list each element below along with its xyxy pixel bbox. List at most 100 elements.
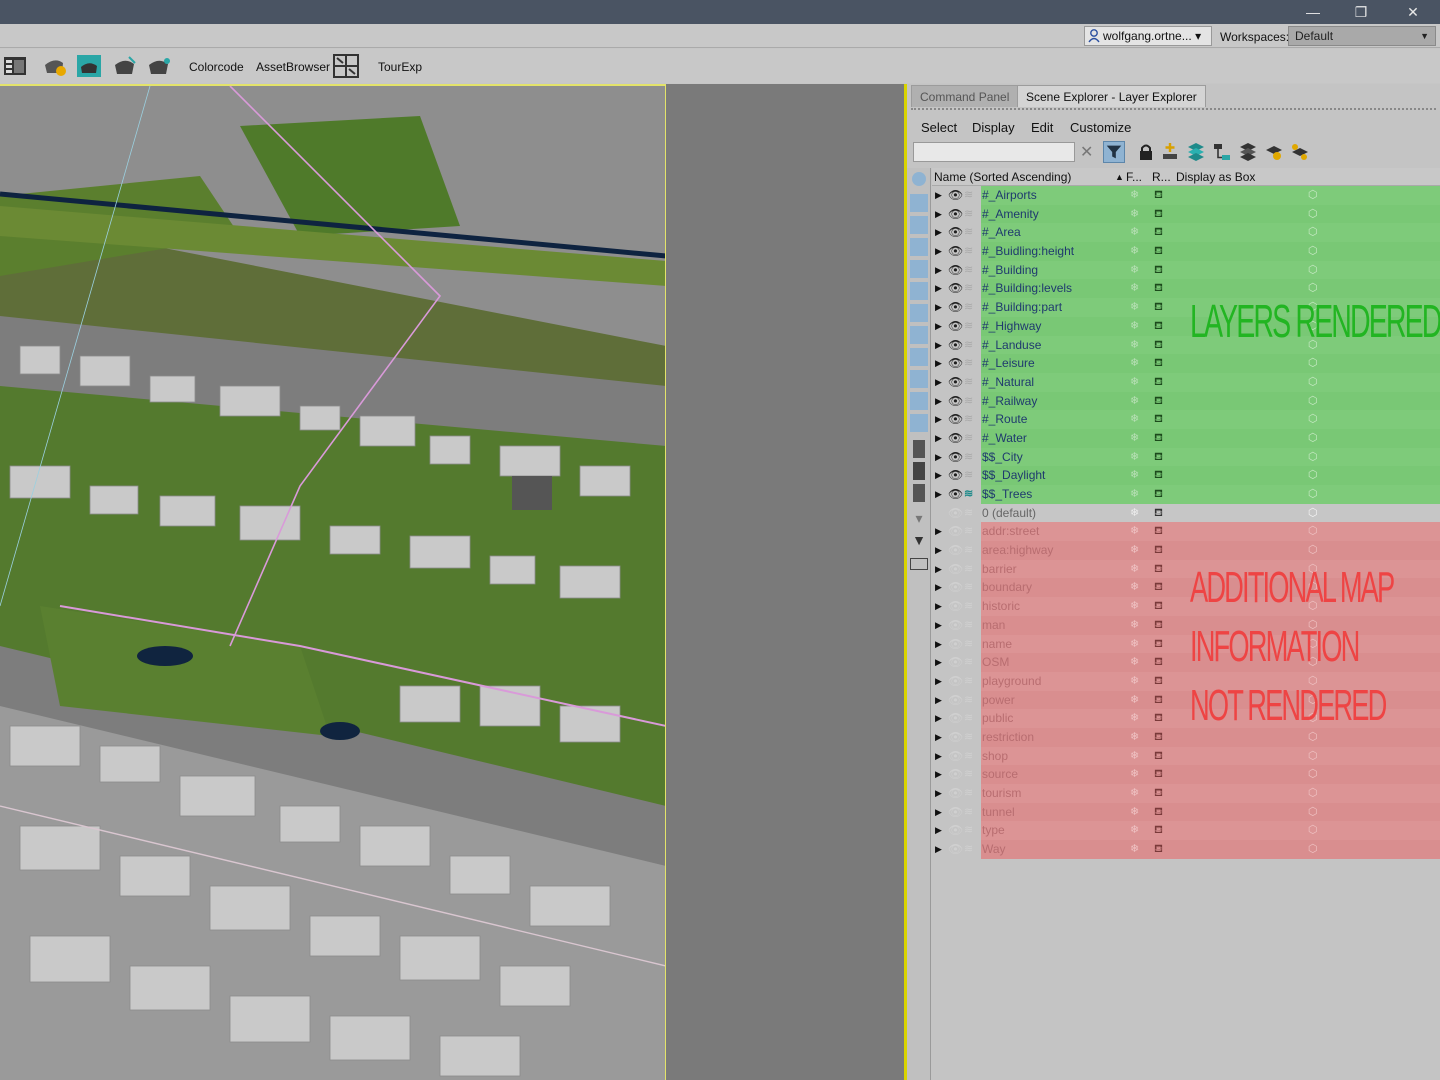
lock-icon[interactable] (1135, 141, 1157, 163)
frozen-filter-icon[interactable] (910, 392, 928, 410)
layers-icon[interactable] (1237, 141, 1259, 163)
layer-name[interactable]: restriction (982, 728, 1034, 747)
layer-row[interactable]: ▶ 👁 ≋ shop ❄ ⛾ ⬡ (932, 746, 1440, 766)
layer-icon[interactable]: ≋ (964, 653, 978, 672)
display-as-box-icon[interactable]: ⬡ (1308, 223, 1318, 242)
renderable-teapot-icon[interactable]: ⛾ (1154, 392, 1163, 411)
menu-edit[interactable]: Edit (1031, 120, 1053, 135)
freeze-icon[interactable]: ❄ (1130, 672, 1139, 691)
layer-icon[interactable]: ≋ (964, 747, 978, 766)
expand-arrow-icon[interactable]: ▶ (935, 522, 945, 541)
layer-name[interactable]: 0 (default) (982, 504, 1036, 523)
expand-arrow-icon[interactable]: ▶ (935, 840, 945, 859)
renderable-teapot-icon[interactable]: ⛾ (1154, 578, 1163, 597)
visibility-eye-icon[interactable]: 👁 (948, 298, 963, 317)
visibility-eye-icon[interactable]: 👁 (948, 242, 963, 261)
expand-arrow-icon[interactable]: ▶ (935, 261, 945, 280)
layer-name[interactable]: #_Building (982, 261, 1038, 280)
containers-filter-icon[interactable] (910, 370, 928, 388)
renderable-teapot-icon[interactable]: ⛾ (1154, 354, 1163, 373)
visibility-eye-icon[interactable]: 👁 (948, 541, 963, 560)
layer-name[interactable]: #_Building:levels (982, 279, 1072, 298)
tab-scene-explorer[interactable]: Scene Explorer - Layer Explorer (1017, 85, 1206, 107)
display-as-box-icon[interactable]: ⬡ (1308, 205, 1318, 224)
layer-icon[interactable]: ≋ (964, 597, 978, 616)
expand-arrow-icon[interactable]: ▶ (935, 373, 945, 392)
clear-search-icon[interactable]: ✕ (1080, 142, 1093, 162)
render-iterative-icon[interactable] (146, 53, 172, 79)
visibility-eye-icon[interactable]: 👁 (948, 616, 963, 635)
document-icon[interactable] (913, 440, 925, 458)
visibility-eye-icon[interactable]: 👁 (948, 485, 963, 504)
visibility-eye-icon[interactable]: 👁 (948, 597, 963, 616)
freeze-icon[interactable]: ❄ (1130, 448, 1139, 467)
grid-layout-icon[interactable] (333, 53, 359, 79)
layer-name[interactable]: OSM (982, 653, 1009, 672)
display-as-box-icon[interactable]: ⬡ (1308, 466, 1318, 485)
freeze-icon[interactable]: ❄ (1130, 354, 1139, 373)
layer-sync-icon[interactable] (1289, 141, 1311, 163)
layer-icon[interactable]: ≋ (964, 373, 978, 392)
layer-name[interactable]: #_Buidling:height (982, 242, 1074, 261)
expand-arrow-icon[interactable]: ▶ (935, 616, 945, 635)
renderable-teapot-icon[interactable]: ⛾ (1154, 616, 1163, 635)
renderable-teapot-icon[interactable]: ⛾ (1154, 635, 1163, 654)
toolbox-icon[interactable] (910, 558, 928, 570)
renderable-teapot-icon[interactable]: ⛾ (1154, 672, 1163, 691)
rendered-frame-icon[interactable] (76, 53, 102, 79)
renderable-teapot-icon[interactable]: ⛾ (1154, 597, 1163, 616)
layer-row[interactable]: ▶ 👁 ≋ OSM ❄ ⛾ ⬡ (932, 653, 1440, 672)
layer-name[interactable]: barrier (982, 560, 1017, 579)
expand-arrow-icon[interactable]: ▶ (935, 803, 945, 822)
freeze-icon[interactable]: ❄ (1130, 728, 1139, 747)
layer-icon[interactable]: ≋ (964, 691, 978, 710)
funnel-icon[interactable]: ▾ (910, 510, 928, 528)
expand-arrow-icon[interactable]: ▶ (935, 392, 945, 411)
column-display-box-header[interactable]: Display as Box (1176, 170, 1255, 184)
layer-name[interactable]: playground (982, 672, 1041, 691)
renderable-teapot-icon[interactable]: ⛾ (1154, 747, 1163, 766)
renderable-teapot-icon[interactable]: ⛾ (1154, 709, 1163, 728)
visibility-eye-icon[interactable]: 👁 (948, 429, 963, 448)
add-to-layer-icon[interactable] (1185, 141, 1207, 163)
layer-icon[interactable]: ≋ (964, 223, 978, 242)
tab-command-panel[interactable]: Command Panel (911, 85, 1019, 107)
freeze-icon[interactable]: ❄ (1130, 298, 1139, 317)
freeze-icon[interactable]: ❄ (1130, 709, 1139, 728)
freeze-icon[interactable]: ❄ (1130, 616, 1139, 635)
renderable-teapot-icon[interactable]: ⛾ (1154, 373, 1163, 392)
layer-name[interactable]: Way (982, 840, 1006, 859)
layer-name[interactable]: #_Area (982, 223, 1021, 242)
layer-icon[interactable]: ≋ (964, 242, 978, 261)
layer-icon[interactable]: ≋ (964, 821, 978, 840)
expand-arrow-icon[interactable]: ▶ (935, 560, 945, 579)
layer-icon[interactable]: ≋ (964, 410, 978, 429)
renderable-teapot-icon[interactable]: ⛾ (1154, 653, 1163, 672)
layer-name[interactable]: #_Water (982, 429, 1027, 448)
renderable-teapot-icon[interactable]: ⛾ (1154, 522, 1163, 541)
layer-icon[interactable]: ≋ (964, 635, 978, 654)
freeze-icon[interactable]: ❄ (1130, 336, 1139, 355)
layer-row[interactable]: ▶ 👁 ≋ #_Building ❄ ⛾ ⬡ (932, 260, 1440, 280)
layer-row[interactable]: ▶ 👁 ≋ name ❄ ⛾ ⬡ (932, 634, 1440, 654)
visibility-eye-icon[interactable]: 👁 (948, 840, 963, 859)
visibility-eye-icon[interactable]: 👁 (948, 653, 963, 672)
layer-icon[interactable]: ≋ (964, 578, 978, 597)
expand-arrow-icon[interactable]: ▶ (935, 317, 945, 336)
visibility-eye-icon[interactable]: 👁 (948, 728, 963, 747)
display-as-box-icon[interactable]: ⬡ (1308, 747, 1318, 766)
display-as-box-icon[interactable]: ⬡ (1308, 242, 1318, 261)
layer-name[interactable]: $$_Daylight (982, 466, 1045, 485)
layer-icon[interactable]: ≋ (964, 261, 978, 280)
expand-arrow-icon[interactable]: ▶ (935, 541, 945, 560)
renderable-teapot-icon[interactable]: ⛾ (1154, 728, 1163, 747)
visibility-eye-icon[interactable]: 👁 (948, 635, 963, 654)
visibility-eye-icon[interactable]: 👁 (948, 784, 963, 803)
layer-name[interactable]: #_Natural (982, 373, 1034, 392)
close-button[interactable]: ✕ (1390, 0, 1436, 24)
layer-icon[interactable]: ≋ (964, 298, 978, 317)
freeze-icon[interactable]: ❄ (1130, 560, 1139, 579)
expand-arrow-icon[interactable]: ▶ (935, 242, 945, 261)
freeze-icon[interactable]: ❄ (1130, 205, 1139, 224)
layer-icon[interactable]: ≋ (964, 205, 978, 224)
